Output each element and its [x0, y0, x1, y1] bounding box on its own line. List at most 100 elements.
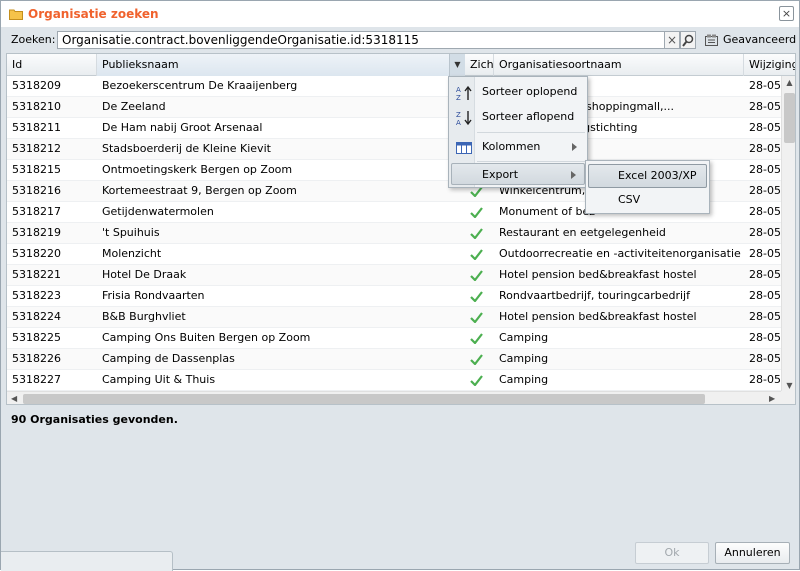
close-icon: ×	[781, 7, 792, 20]
columns-icon	[456, 142, 472, 154]
table-row[interactable]: 5318221 Hotel De Draak Hotel pension bed&b…	[7, 265, 795, 286]
results-grid: Id Publieksnaam ▼ Zicht Organisatiesoort…	[6, 53, 796, 405]
sort-ascending-icon: A Z	[456, 85, 472, 101]
menu-item-sort-ascending[interactable]: A Z Sorteer oplopend	[451, 81, 585, 103]
check-icon	[470, 354, 483, 365]
svg-text:A: A	[456, 119, 461, 126]
cell-wijzigingsdatum: 28-05-	[749, 226, 784, 239]
cell-id: 5318220	[12, 247, 61, 260]
menu-item-export-excel[interactable]: Excel 2003/XP	[588, 164, 707, 188]
check-icon	[470, 312, 483, 323]
svg-text:Z: Z	[456, 111, 461, 119]
clear-icon: ×	[666, 33, 678, 47]
cell-wijzigingsdatum: 28-05-	[749, 268, 784, 281]
table-row[interactable]: 5318225 Camping Ons Buiten Bergen op Zoom…	[7, 328, 795, 349]
check-icon	[470, 270, 483, 281]
cell-wijzigingsdatum: 28-05-	[749, 184, 784, 197]
menu-label: Sorteer oplopend	[482, 85, 578, 98]
cell-publieksnaam: Molenzicht	[102, 247, 162, 260]
column-menu: A Z Sorteer oplopend Z A Sorteer aflopen…	[448, 76, 588, 188]
cell-publieksnaam: De Zeeland	[102, 100, 166, 113]
svg-text:A: A	[456, 86, 461, 94]
check-icon	[470, 375, 483, 386]
cell-publieksnaam: Getijdenwatermolen	[102, 205, 214, 218]
check-icon	[470, 333, 483, 344]
cell-organisatiesoortnaam: Camping	[499, 331, 549, 344]
sort-descending-icon: Z A	[456, 111, 472, 126]
menu-item-export[interactable]: Export	[451, 163, 585, 185]
cell-publieksnaam: 't Spuihuis	[102, 226, 160, 239]
scroll-left-icon[interactable]: ◀	[11, 392, 17, 404]
cell-organisatiesoortnaam: Hotel pension bed&breakfast hostel	[499, 268, 697, 281]
scroll-corner	[781, 391, 795, 404]
search-bar: Zoeken: Organisatie.contract.bovenliggen…	[1, 27, 799, 53]
cancel-button[interactable]: Annuleren	[715, 542, 790, 564]
horizontal-scroll-thumb[interactable]	[23, 394, 705, 404]
cell-organisatiesoortnaam: Camping	[499, 352, 549, 365]
cell-wijzigingsdatum: 28-05-	[749, 205, 784, 218]
column-menu-trigger[interactable]: ▼	[449, 54, 465, 76]
table-row[interactable]: 5318212Stadsboerderij de Kleine Kievitbo…	[7, 139, 795, 160]
menu-separator	[477, 161, 585, 162]
cell-wijzigingsdatum: 28-05-	[749, 247, 784, 260]
cell-id: 5318226	[12, 352, 61, 365]
cell-organisatiesoortnaam: Hotel pension bed&breakfast hostel	[499, 310, 697, 323]
cell-id: 5318224	[12, 310, 61, 323]
table-row[interactable]: 5318227 Camping Uit & Thuis Camping 28-05-	[7, 370, 795, 391]
search-label: Zoeken:	[11, 33, 56, 46]
search-button[interactable]	[680, 31, 696, 49]
table-row[interactable]: 5318220 Molenzicht Outdoorrecreatie en -ac…	[7, 244, 795, 265]
advanced-search-link[interactable]: Geavanceerd	[723, 33, 796, 46]
advanced-search-icon[interactable]	[705, 34, 718, 46]
cell-wijzigingsdatum: 28-05-	[749, 100, 784, 113]
export-submenu: Excel 2003/XP CSV	[585, 160, 710, 214]
cell-id: 5318223	[12, 289, 61, 302]
column-header-id[interactable]: Id	[7, 54, 97, 76]
cell-id: 5318217	[12, 205, 61, 218]
menu-item-columns[interactable]: Kolommen	[451, 136, 585, 158]
ok-button[interactable]: Ok	[635, 542, 709, 564]
table-row[interactable]: 5318211De Ham nabij Groot Arsenaalaiging…	[7, 118, 795, 139]
cell-id: 5318210	[12, 100, 61, 113]
scroll-right-icon[interactable]: ▶	[769, 392, 775, 404]
menu-label: Kolommen	[482, 140, 541, 153]
cell-wijzigingsdatum: 28-05-	[749, 331, 784, 344]
table-row[interactable]: 5318209Bezoekerscentrum De Kraaijenbergr…	[7, 76, 795, 97]
column-header-wijzigingsdatum[interactable]: Wijzigings	[744, 54, 795, 76]
check-icon	[470, 207, 483, 218]
column-header-publieksnaam[interactable]: Publieksnaam	[97, 54, 465, 76]
search-input[interactable]: Organisatie.contract.bovenliggendeOrgani…	[57, 31, 665, 49]
title-bar: Organisatie zoeken ×	[1, 1, 799, 27]
close-button[interactable]: ×	[779, 6, 794, 21]
cell-publieksnaam: Stadsboerderij de Kleine Kievit	[102, 142, 271, 155]
menu-item-export-csv[interactable]: CSV	[588, 189, 707, 213]
scroll-down-icon[interactable]: ▼	[784, 381, 795, 390]
cell-id: 5318209	[12, 79, 61, 92]
column-header-organisatiesoortnaam[interactable]: Organisatiesoortnaam	[494, 54, 744, 76]
folder-icon	[9, 9, 23, 20]
check-icon	[470, 291, 483, 302]
menu-item-sort-descending[interactable]: Z A Sorteer aflopend	[451, 106, 585, 128]
scroll-up-icon[interactable]: ▲	[784, 78, 795, 87]
search-icon	[682, 34, 694, 47]
cell-publieksnaam: Camping de Dassenplas	[102, 352, 235, 365]
table-row[interactable]: 5318226 Camping de Dassenplas Camping 28-05…	[7, 349, 795, 370]
vertical-scroll-thumb[interactable]	[784, 93, 795, 143]
horizontal-scrollbar[interactable]: ◀ ▶	[7, 391, 781, 404]
cell-publieksnaam: Frisia Rondvaarten	[102, 289, 205, 302]
clear-search-button[interactable]: ×	[664, 31, 680, 49]
table-row[interactable]: 5318223 Frisia Rondvaarten Rondvaartbedrij…	[7, 286, 795, 307]
table-row[interactable]: 5318224 B&B Burghvliet Hotel pension bed&b…	[7, 307, 795, 328]
table-row[interactable]: 5318210De Zeelandhoppingcentra, shopping…	[7, 97, 795, 118]
cell-id: 5318216	[12, 184, 61, 197]
column-header-zichtbaar[interactable]: Zicht	[465, 54, 494, 76]
cell-wijzigingsdatum: 28-05-	[749, 121, 784, 134]
table-row[interactable]: 5318219 't Spuihuis Restaurant en eetgeleg…	[7, 223, 795, 244]
cell-publieksnaam: Camping Ons Buiten Bergen op Zoom	[102, 331, 311, 344]
footer-tab	[1, 551, 173, 571]
cell-publieksnaam: Kortemeestraat 9, Bergen op Zoom	[102, 184, 297, 197]
cell-id: 5318219	[12, 226, 61, 239]
vertical-scrollbar[interactable]: ▲ ▼	[781, 76, 795, 392]
cell-id: 5318225	[12, 331, 61, 344]
cell-publieksnaam: B&B Burghvliet	[102, 310, 186, 323]
